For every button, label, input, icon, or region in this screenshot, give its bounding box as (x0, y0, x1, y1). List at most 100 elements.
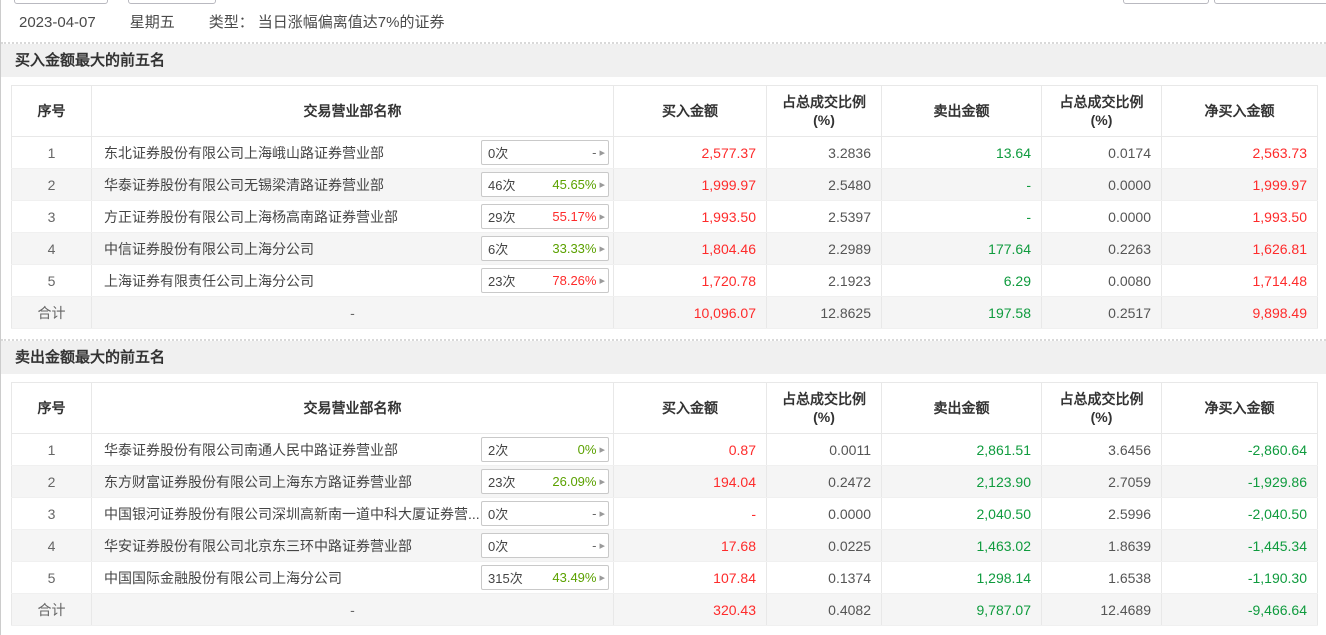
broker-name-cell: 方正证券股份有限公司上海杨高南路证券营业部 29次 55.17% ▸ (91, 200, 614, 233)
sell-ratio: 3.6456 (1041, 433, 1162, 466)
win-rate: - (592, 538, 597, 553)
rank-history-badge[interactable]: 2次 0% ▸ (481, 437, 609, 462)
net-buy-amount: 1,993.50 (1161, 200, 1318, 233)
win-rate: 26.09% (552, 474, 597, 489)
net-buy-amount: 2,563.73 (1161, 136, 1318, 169)
buy-amount: 107.84 (613, 561, 767, 594)
column-header-1: 交易营业部名称 (91, 382, 614, 434)
section-title-buy-top5: 买入金额最大的前五名 (1, 44, 1326, 77)
buy-amount: 2,577.37 (613, 136, 767, 169)
sell-ratio: 1.8639 (1041, 529, 1162, 562)
row-number: 1 (11, 136, 92, 169)
row-number: 5 (11, 561, 92, 594)
row-number: 4 (11, 529, 92, 562)
column-header-0: 序号 (11, 85, 92, 137)
total-label: 合计 (11, 593, 92, 626)
rank-history-badge[interactable]: 23次 78.26% ▸ (481, 268, 609, 293)
table-row: 2 华泰证券股份有限公司无锡梁清路证券营业部 46次 45.65% ▸ 1,999.97 2… (11, 168, 1318, 201)
section-title-sell-top5: 卖出金额最大的前五名 (1, 341, 1326, 374)
row-number: 2 (11, 168, 92, 201)
rank-history-badge[interactable]: 29次 55.17% ▸ (481, 204, 609, 229)
total-sell-ratio: 12.4689 (1041, 593, 1162, 626)
table-row: 3 方正证券股份有限公司上海杨高南路证券营业部 29次 55.17% ▸ 1,993.50… (11, 200, 1318, 233)
net-buy-amount: -1,445.34 (1161, 529, 1318, 562)
total-buy-amount: 320.43 (613, 593, 767, 626)
sell-ratio: 0.0000 (1041, 168, 1162, 201)
rank-history-badge[interactable]: 315次 43.49% ▸ (481, 565, 609, 590)
broker-name-cell: 华泰证券股份有限公司南通人民中路证券营业部 2次 0% ▸ (91, 433, 614, 466)
column-header-2: 买入金额 (613, 382, 767, 434)
broker-name-cell: 中国银河证券股份有限公司深圳高新南一道中科大厦证券营... 0次 - ▸ (91, 497, 614, 530)
type-value: 当日涨幅偏离值达7%的证券 (257, 14, 445, 31)
buy-amount: 0.87 (613, 433, 767, 466)
total-sell-ratio: 0.2517 (1041, 296, 1162, 329)
broker-name-cell: 中信证券股份有限公司上海分公司 6次 33.33% ▸ (91, 232, 614, 265)
rank-history-badge[interactable]: 6次 33.33% ▸ (481, 236, 609, 261)
win-rate: - (592, 145, 597, 160)
expand-arrow-icon: ▸ (599, 540, 605, 552)
buy-ratio: 2.5480 (766, 168, 882, 201)
broker-name: 中信证券股份有限公司上海分公司 (104, 240, 314, 257)
table-row: 5 中国国际金融股份有限公司上海分公司 315次 43.49% ▸ 107.84 0.137… (11, 561, 1318, 594)
broker-name: 方正证券股份有限公司上海杨高南路证券营业部 (104, 208, 398, 225)
sell-amount: 1,298.14 (881, 561, 1042, 594)
buy-amount: 194.04 (613, 465, 767, 498)
column-header-2: 买入金额 (613, 85, 767, 137)
buy-ratio: 2.2989 (766, 232, 882, 265)
buy-top5-table: 序号 交易营业部名称 买入金额 占总成交比例 (%) 卖出金额 占总成交比例 (%) 净买入… (11, 85, 1318, 329)
sell-amount: - (881, 168, 1042, 201)
rank-history-badge[interactable]: 46次 45.65% ▸ (481, 172, 609, 197)
broker-name-cell: 东北证券股份有限公司上海峨山路证券营业部 0次 - ▸ (91, 136, 614, 169)
times-on-list: 29次 (488, 210, 516, 225)
win-rate: 43.49% (552, 570, 597, 585)
net-buy-amount: -1,929.86 (1161, 465, 1318, 498)
sell-ratio: 2.7059 (1041, 465, 1162, 498)
rank-history-badge[interactable]: 0次 - ▸ (481, 140, 609, 165)
rank-history-badge[interactable]: 0次 - ▸ (481, 533, 609, 558)
times-on-list: 23次 (488, 475, 516, 490)
net-buy-amount: 1,626.81 (1161, 232, 1318, 265)
win-rate: 55.17% (552, 209, 597, 224)
total-buy-ratio: 0.4082 (766, 593, 882, 626)
win-rate: 0% (577, 442, 597, 457)
expand-arrow-icon: ▸ (599, 147, 605, 159)
column-header-5: 占总成交比例 (%) (1041, 382, 1162, 434)
buy-ratio: 0.0011 (766, 433, 882, 466)
broker-name-cell: 华泰证券股份有限公司无锡梁清路证券营业部 46次 45.65% ▸ (91, 168, 614, 201)
expand-arrow-icon: ▸ (599, 572, 605, 584)
date-value: 2023-04-07 (19, 14, 96, 31)
table-row: 5 上海证券有限责任公司上海分公司 23次 78.26% ▸ 1,720.78 2.1923… (11, 264, 1318, 297)
win-rate: 45.65% (552, 177, 597, 192)
expand-arrow-icon: ▸ (599, 444, 605, 456)
total-sell-amount: 9,787.07 (881, 593, 1042, 626)
column-header-0: 序号 (11, 382, 92, 434)
buy-ratio: 3.2836 (766, 136, 882, 169)
total-buy-amount: 10,096.07 (613, 296, 767, 329)
table-row: 4 华安证券股份有限公司北京东三环中路证券营业部 0次 - ▸ 17.68 0.0225 1,… (11, 529, 1318, 562)
date-type-bar: 2023-04-07 星期五 类型： 当日涨幅偏离值达7%的证券 (1, 0, 1326, 42)
top-partial-control-3[interactable] (1123, 0, 1209, 4)
type-label: 类型： (208, 14, 254, 31)
expand-arrow-icon: ▸ (599, 179, 605, 191)
row-number: 3 (11, 200, 92, 233)
total-name: - (91, 593, 614, 626)
win-rate: - (592, 506, 597, 521)
rank-history-badge[interactable]: 23次 26.09% ▸ (481, 469, 609, 494)
table-row: 1 华泰证券股份有限公司南通人民中路证券营业部 2次 0% ▸ 0.87 0.0011 2,8… (11, 433, 1318, 466)
sell-top5-table: 序号 交易营业部名称 买入金额 占总成交比例 (%) 卖出金额 占总成交比例 (%) 净买入… (11, 382, 1318, 626)
rank-history-badge[interactable]: 0次 - ▸ (481, 501, 609, 526)
weekday-value: 星期五 (129, 14, 175, 31)
broker-name: 华泰证券股份有限公司南通人民中路证券营业部 (104, 441, 398, 458)
top-partial-control-2[interactable] (128, 0, 216, 4)
top-partial-control-4[interactable] (1214, 0, 1326, 4)
buy-amount: 1,720.78 (613, 264, 767, 297)
table-row: 4 中信证券股份有限公司上海分公司 6次 33.33% ▸ 1,804.46 2.2989 1… (11, 232, 1318, 265)
sell-ratio: 2.5996 (1041, 497, 1162, 530)
total-label: 合计 (11, 296, 92, 329)
broker-name: 华泰证券股份有限公司无锡梁清路证券营业部 (104, 176, 384, 193)
sell-amount: 177.64 (881, 232, 1042, 265)
broker-name: 上海证券有限责任公司上海分公司 (104, 272, 314, 289)
sell-amount: 2,861.51 (881, 433, 1042, 466)
top-partial-control-1[interactable] (14, 0, 108, 4)
column-header-3: 占总成交比例 (%) (766, 382, 882, 434)
